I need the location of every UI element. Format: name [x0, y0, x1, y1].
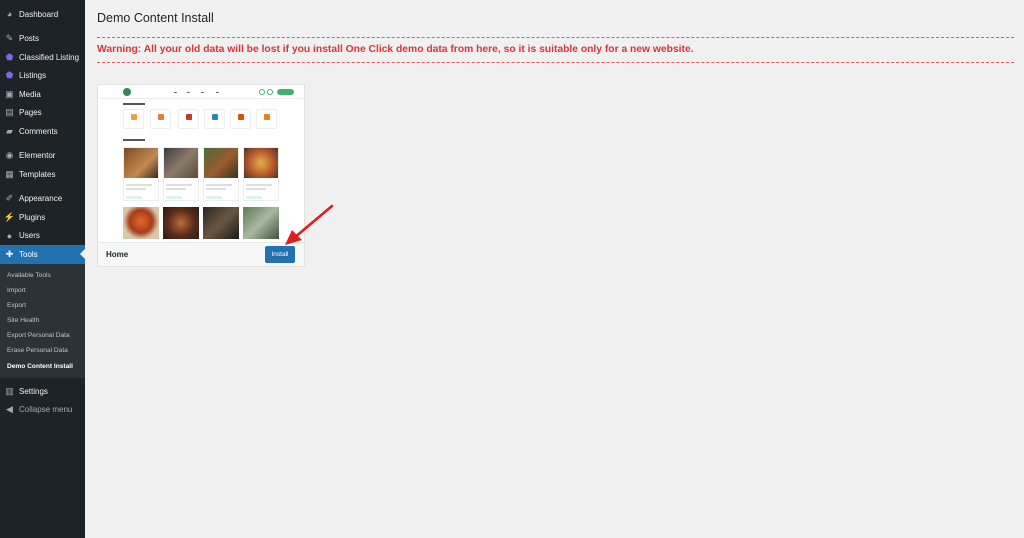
- sidebar-item-label: Pages: [19, 108, 42, 118]
- sidebar-item-label: Tools: [19, 249, 38, 259]
- elementor-icon: ◉: [5, 150, 14, 161]
- sidebar-item-label: Appearance: [19, 194, 63, 204]
- submenu-available-tools[interactable]: Available Tools: [0, 268, 85, 283]
- sidebar-item-posts[interactable]: ✎ Posts: [0, 30, 85, 49]
- sidebar-item-plugins[interactable]: ⚡ Plugins: [0, 208, 85, 227]
- sidebar-item-pages[interactable]: ▤ Pages: [0, 104, 85, 123]
- sidebar-item-elementor[interactable]: ◉ Elementor: [0, 147, 85, 166]
- submenu-export[interactable]: Export: [0, 298, 85, 313]
- shield-icon: ⬟: [5, 70, 14, 81]
- sidebar-item-dashboard[interactable]: ◕ Dashboard: [0, 5, 85, 24]
- settings-icon: ▥: [5, 385, 14, 396]
- warning-message: Warning: All your old data will be lost …: [97, 44, 694, 55]
- demo-name: Home: [106, 250, 129, 259]
- submenu-import[interactable]: Import: [0, 283, 85, 298]
- demo-card-footer: Home Install: [98, 242, 304, 266]
- sidebar-item-label: Plugins: [19, 212, 46, 222]
- sidebar-item-label: Classified Listing: [19, 52, 80, 62]
- templates-icon: ▦: [5, 168, 14, 179]
- plugin-icon: ⚡: [3, 211, 16, 222]
- brush-icon: ✐: [5, 193, 14, 204]
- user-icon: ●: [6, 230, 13, 241]
- collapse-icon: ◀: [6, 404, 13, 415]
- arrow-annotation-icon: [285, 204, 334, 245]
- sidebar-item-templates[interactable]: ▦ Templates: [0, 165, 85, 184]
- pages-icon: ▤: [5, 107, 14, 118]
- demo-card: ▬ ▬ ▬ ▬ Home Install: [98, 85, 304, 266]
- sidebar-item-label: Listings: [19, 71, 47, 81]
- demo-preview-image: ▬ ▬ ▬ ▬: [98, 85, 304, 242]
- media-icon: ▣: [5, 88, 14, 99]
- dashboard-icon: ◕: [6, 9, 13, 20]
- collapse-menu-label: Collapse menu: [19, 405, 73, 415]
- sidebar-item-media[interactable]: ▣ Media: [0, 85, 85, 104]
- comment-icon: ▰: [6, 125, 13, 136]
- main-content: Demo Content Install Warning: All your o…: [85, 0, 1024, 538]
- page-title: Demo Content Install: [97, 11, 214, 25]
- shield-icon: ⬟: [5, 51, 14, 62]
- sidebar-item-label: Dashboard: [19, 9, 59, 19]
- sidebar-item-label: Elementor: [19, 151, 56, 161]
- sidebar-item-users[interactable]: ● Users: [0, 227, 85, 246]
- sidebar-item-appearance[interactable]: ✐ Appearance: [0, 190, 85, 209]
- sidebar-item-label: Comments: [19, 126, 58, 136]
- sidebar-item-classified-listing[interactable]: ⬟ Classified Listing: [0, 48, 85, 67]
- sidebar-item-listings[interactable]: ⬟ Listings: [0, 67, 85, 86]
- wrench-icon: ✚: [5, 248, 14, 259]
- submenu-erase-personal-data[interactable]: Erase Personal Data: [0, 343, 85, 358]
- pin-icon: ✎: [5, 33, 14, 44]
- tools-submenu: Available Tools Import Export Site Healt…: [0, 263, 85, 378]
- sidebar-item-label: Users: [19, 231, 40, 241]
- sidebar-item-settings[interactable]: ▥ Settings: [0, 382, 85, 401]
- warning-bottom-divider: [97, 62, 1014, 63]
- sidebar-item-label: Settings: [19, 386, 48, 396]
- submenu-demo-content-install[interactable]: Demo Content Install: [0, 359, 85, 374]
- submenu-site-health[interactable]: Site Health: [0, 313, 85, 328]
- submenu-export-personal-data[interactable]: Export Personal Data: [0, 328, 85, 343]
- sidebar-item-comments[interactable]: ▰ Comments: [0, 122, 85, 141]
- warning-top-divider: [97, 37, 1014, 38]
- sidebar-item-tools[interactable]: ✚ Tools: [0, 245, 85, 264]
- sidebar-item-label: Media: [19, 89, 41, 99]
- sidebar-item-label: Templates: [19, 169, 56, 179]
- admin-sidebar: ◕ Dashboard ✎ Posts ⬟ Classified Listing…: [0, 0, 85, 538]
- collapse-menu-button[interactable]: ◀ Collapse menu: [0, 400, 85, 419]
- sidebar-item-label: Posts: [19, 34, 40, 44]
